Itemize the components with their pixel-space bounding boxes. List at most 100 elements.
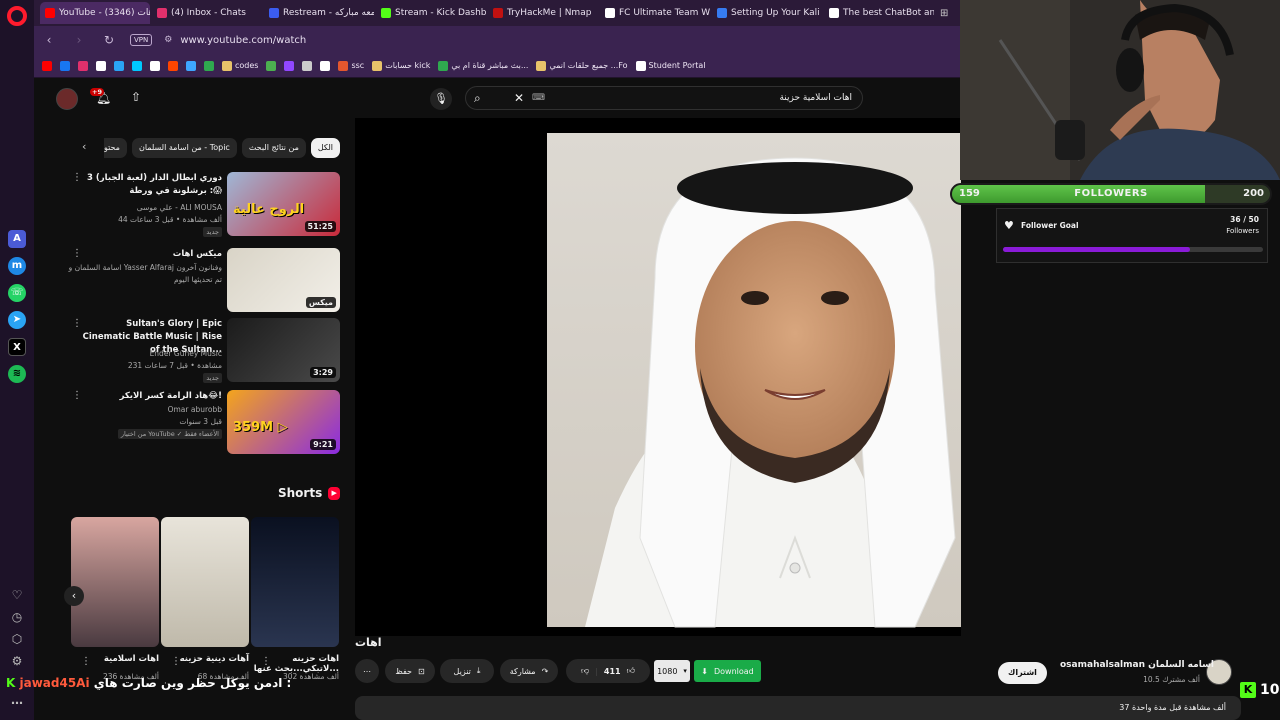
recommendation-item[interactable]: الروح عالية 51:25 دوري ابطال الدار (لعبة… bbox=[72, 172, 340, 240]
bookmark-5[interactable] bbox=[132, 60, 142, 71]
subscribe-button[interactable]: اشتراك bbox=[998, 662, 1047, 684]
bookmark-16[interactable]: حسابات kick bbox=[372, 60, 430, 71]
back-icon[interactable]: ‹ bbox=[40, 33, 58, 47]
channel-name[interactable]: اسامة السلمان و Yasser Alfaraj وفنانون آ… bbox=[69, 262, 222, 273]
short-thumbnail[interactable] bbox=[251, 517, 339, 647]
more-icon[interactable]: ⋯ bbox=[8, 694, 26, 712]
bookmark-4[interactable] bbox=[114, 60, 124, 71]
channel-name[interactable]: Omar aburobb bbox=[168, 404, 222, 415]
more-options-icon[interactable]: ⋮ bbox=[72, 390, 82, 401]
short-more-icon[interactable]: ⋮ bbox=[81, 656, 91, 667]
short-more-icon[interactable]: ⋮ bbox=[171, 656, 181, 667]
url-text[interactable]: www.youtube.com/watch bbox=[180, 35, 306, 46]
bookmark-14[interactable] bbox=[320, 60, 331, 71]
recommendation-item[interactable]: 359M ▷ 9:21 هاد الرامة كسر الايكر😂! Omar… bbox=[72, 390, 340, 458]
search-box[interactable]: ⌕ ✕ ⌨ اهات اسلامية حزينة bbox=[465, 86, 863, 110]
quality-select[interactable]: 1080 ▾ bbox=[654, 660, 690, 682]
create-upload-icon[interactable]: ⇧ bbox=[131, 90, 141, 104]
video-thumbnail[interactable]: ميكس bbox=[227, 248, 340, 312]
bookmark-8[interactable] bbox=[186, 60, 196, 71]
bookmark-0[interactable] bbox=[42, 60, 52, 71]
search-button-icon[interactable]: ⌕ bbox=[474, 91, 481, 106]
channel-name[interactable]: علي موسى - ALI MOUSA bbox=[137, 202, 222, 213]
bookmark-12[interactable] bbox=[284, 60, 295, 71]
tab-overview-icon[interactable]: ⊞ bbox=[940, 8, 948, 19]
chips-scroll-left-icon[interactable]: ‹ bbox=[82, 140, 86, 153]
video-thumbnail[interactable]: الروح عالية 51:25 bbox=[227, 172, 340, 236]
bookmark-1[interactable] bbox=[60, 60, 70, 71]
dislike-icon[interactable]: 👎︎ bbox=[581, 666, 589, 676]
tab-3[interactable]: Stream - Kick Dashboard bbox=[376, 2, 486, 24]
bookmark-19[interactable]: Student Portal bbox=[635, 60, 706, 71]
filter-chip[interactable]: الكل bbox=[310, 138, 340, 158]
x-twitter-icon[interactable]: X bbox=[8, 338, 26, 356]
forward-icon[interactable]: › bbox=[70, 33, 88, 47]
tab-0[interactable]: YouTube - اهات (3346) bbox=[40, 2, 150, 24]
short-more-icon[interactable]: ⋮ bbox=[261, 656, 271, 667]
settings-icon[interactable]: ⚙ bbox=[8, 652, 26, 670]
channel-name[interactable]: osamahalsalman اسامه السلمان bbox=[1060, 660, 1214, 670]
like-count[interactable]: 411 bbox=[604, 667, 621, 676]
opera-logo-icon[interactable] bbox=[7, 6, 27, 26]
bookmark-9[interactable] bbox=[204, 60, 214, 71]
shorts-scroll-left-icon[interactable]: ‹ bbox=[64, 586, 84, 606]
bookmark-3[interactable] bbox=[96, 60, 106, 71]
avatar[interactable] bbox=[56, 88, 78, 110]
search-input[interactable]: اهات اسلامية حزينة bbox=[779, 93, 852, 103]
followers-target: 200 bbox=[1243, 188, 1264, 199]
filter-chip[interactable]: من اسامة السلمان - Topic bbox=[131, 138, 237, 158]
spotify-icon[interactable]: ≋ bbox=[8, 365, 26, 383]
filter-chip[interactable]: من نتائج البحث bbox=[241, 138, 306, 158]
bookmark-17[interactable]: بث مباشر قناة ام بي... bbox=[438, 60, 528, 71]
recommendation-item[interactable]: ميكس ميكس اهات اسامة السلمان و Yasser Al… bbox=[69, 248, 340, 316]
video-thumbnail[interactable]: 359M ▷ 9:21 bbox=[227, 390, 340, 454]
tab-4[interactable]: TryHackMe | Nmap bbox=[488, 2, 598, 24]
messenger-icon[interactable]: m bbox=[8, 257, 26, 275]
heart-icon[interactable]: ♡ bbox=[8, 586, 26, 604]
reload-icon[interactable]: ↻ bbox=[100, 33, 118, 47]
channel-name[interactable]: Ender Güney Music bbox=[150, 348, 222, 359]
short-thumbnail[interactable] bbox=[161, 517, 249, 647]
voice-search-icon[interactable]: 🎙︎ bbox=[430, 88, 452, 110]
more-options-icon[interactable]: ⋮ bbox=[72, 318, 82, 329]
keyboard-icon[interactable]: ⌨ bbox=[532, 93, 545, 103]
more-options-icon[interactable]: ⋮ bbox=[72, 172, 82, 183]
bookmark-2[interactable] bbox=[78, 60, 88, 71]
bookmark-6[interactable] bbox=[150, 60, 160, 71]
like-icon[interactable]: 👍︎ bbox=[627, 666, 635, 676]
bookmark-15[interactable]: ssc bbox=[338, 60, 364, 71]
video-title[interactable]: ميكس اهات bbox=[82, 248, 222, 261]
aria-icon[interactable]: A bbox=[8, 230, 26, 248]
filter-chip[interactable]: محتوى bbox=[104, 138, 127, 158]
vpn-badge[interactable]: VPN bbox=[130, 34, 153, 46]
history-icon[interactable]: ◷ bbox=[8, 608, 26, 626]
whatsapp-icon[interactable]: ☏ bbox=[8, 284, 26, 302]
tab-1[interactable]: (4) Inbox - Chats bbox=[152, 2, 262, 24]
bookmark-7[interactable] bbox=[168, 60, 178, 71]
tab-7[interactable]: The best ChatBot and Wid bbox=[824, 2, 934, 24]
more-options-icon[interactable]: ⋮ bbox=[72, 248, 82, 259]
box-icon[interactable]: ⬡ bbox=[8, 630, 26, 648]
more-actions-button[interactable]: ⋯ bbox=[355, 659, 379, 683]
video-player[interactable] bbox=[355, 118, 1041, 636]
video-title[interactable]: دوري ابطال الدار (لعبة الجبار) 3 : برشلو… bbox=[82, 172, 222, 198]
download-button[interactable]: تنزيل ⤓ bbox=[440, 659, 494, 683]
tab-2[interactable]: Restream - جمعه مباركه bbox=[264, 2, 374, 24]
left-earcup-shape bbox=[1116, 48, 1144, 92]
site-info-icon[interactable]: ⚙ bbox=[164, 35, 172, 45]
tab-5[interactable]: FC Ultimate Team Web Ap bbox=[600, 2, 710, 24]
ext-download-button[interactable]: ⬇ Download bbox=[694, 660, 761, 682]
video-title[interactable]: هاد الرامة كسر الايكر😂! bbox=[82, 390, 222, 403]
bookmark-10[interactable]: codes bbox=[222, 60, 258, 71]
save-button[interactable]: حفظ ⊡ bbox=[385, 659, 435, 683]
tab-6[interactable]: Setting Up Your Kali Linux bbox=[712, 2, 822, 24]
bookmark-11[interactable] bbox=[266, 60, 277, 71]
share-button[interactable]: مشاركة ↷ bbox=[500, 659, 558, 683]
recommendation-item[interactable]: 3:29 Sultan's Glory | Epic Cinematic Bat… bbox=[72, 318, 340, 386]
short-thumbnail[interactable] bbox=[71, 517, 159, 647]
clear-search-icon[interactable]: ✕ bbox=[514, 91, 524, 105]
bookmark-18[interactable]: جميع حلقات انمي ...Fo bbox=[536, 60, 628, 71]
telegram-icon[interactable]: ➤ bbox=[8, 311, 26, 329]
video-thumbnail[interactable]: 3:29 bbox=[227, 318, 340, 382]
bookmark-13[interactable] bbox=[302, 60, 313, 71]
